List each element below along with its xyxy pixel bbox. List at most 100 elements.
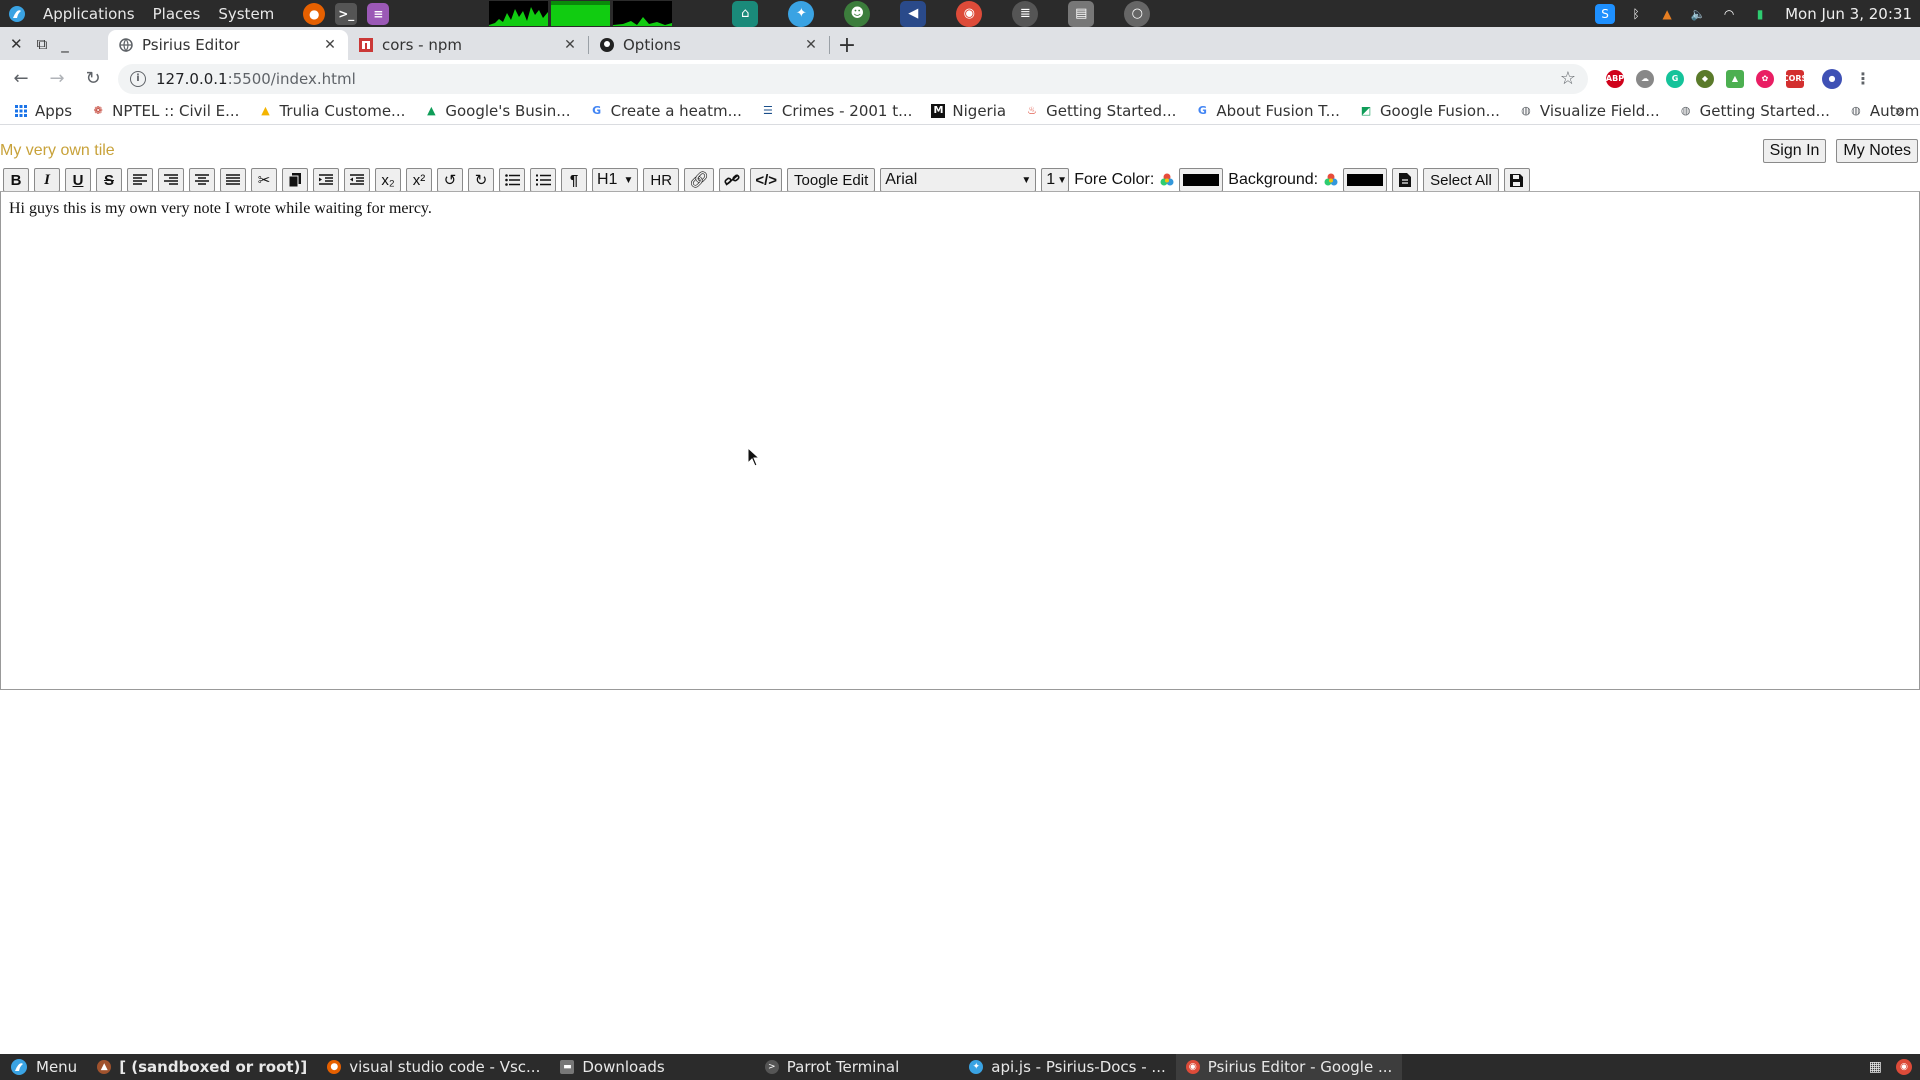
grammarly-icon[interactable]: G [1666,69,1684,88]
horizontal-rule-button[interactable]: HR [643,168,680,192]
bullet-list-button[interactable] [499,168,525,192]
os-menu-applications[interactable]: Applications [34,5,144,23]
volume-icon[interactable]: 🔈 [1688,4,1708,24]
save-button[interactable] [1503,168,1530,192]
tab-close-icon[interactable]: ✕ [562,37,578,53]
browser-menu-icon[interactable]: ⋮ [1854,69,1872,88]
cut-button[interactable]: ✂ [251,168,277,192]
bold-button[interactable]: B [3,168,29,192]
chrome-icon[interactable]: ◉ [1896,1059,1912,1075]
subscript-button[interactable]: x₂ [375,168,401,192]
toggle-edit-button[interactable]: Toogle Edit [787,168,876,192]
justify-button[interactable] [220,168,246,192]
address-bar[interactable]: i 127.0.0.1 :5500/index.html ☆ [118,63,1588,94]
font-family-select[interactable]: Arial ▼ [880,168,1037,192]
taskbar-item-sandboxed[interactable]: ▲ [ (sandboxed or root)] [87,1054,317,1080]
new-tab-button[interactable]: + [830,30,864,60]
os-logo[interactable] [0,0,34,27]
background-color-picker[interactable] [1343,168,1388,192]
bookmark-visualize-field[interactable]: ◍ Visualize Field... [1519,102,1660,120]
insert-link-button[interactable]: 🔗︎ [684,168,715,192]
profile-avatar[interactable]: ● [1822,68,1842,89]
tab-psirius-editor[interactable]: Psirius Editor ✕ [108,30,348,60]
keyboard-icon[interactable]: ▤ [1068,0,1095,27]
bookmark-google-business[interactable]: ▲ Google's Busin... [424,102,570,120]
bookmark-automatically[interactable]: ◍ Automatically s... [1849,102,1920,120]
bookmark-getting-started-1[interactable]: ♨ Getting Started... [1025,102,1176,120]
bookmark-apps[interactable]: Apps [14,102,72,120]
taskbar-menu-button[interactable]: Menu [0,1054,87,1080]
unlink-button[interactable] [719,168,746,192]
note-title-input[interactable] [0,141,400,161]
storage-icon[interactable]: ≣ [1012,0,1039,27]
select-all-button[interactable]: Select All [1423,168,1499,192]
bluetooth-icon[interactable]: ᛒ [1626,4,1646,24]
vscode-icon[interactable]: ◀ [900,0,927,27]
battery-icon[interactable]: ▮ [1750,4,1770,24]
firefox-icon[interactable]: ● [303,2,326,25]
tab-close-icon[interactable]: ✕ [322,37,338,53]
extension-leaf-icon[interactable]: ◆ [1696,69,1714,88]
code-view-button[interactable]: </> [750,168,783,192]
bookmark-trulia[interactable]: ▲ Trulia Custome... [258,102,405,120]
vlc-icon[interactable]: ▲ [1657,4,1677,24]
outdent-button[interactable] [344,168,370,192]
cors-extension-icon[interactable]: CORS [1783,69,1807,88]
bookmark-google-fusion[interactable]: ◩ Google Fusion... [1359,102,1500,120]
numbered-list-button[interactable] [530,168,556,192]
chrome-icon[interactable]: ◉ [956,0,983,27]
new-document-button[interactable] [1392,168,1419,192]
android-icon[interactable]: ☻ [844,0,871,27]
copy-button[interactable] [282,168,308,192]
bookmark-nigeria[interactable]: M Nigeria [931,102,1006,120]
align-center-button[interactable] [189,168,215,192]
bookmarks-overflow-icon[interactable]: » [1894,101,1904,120]
tab-cors-npm[interactable]: cors - npm ✕ [348,30,588,60]
redo-button[interactable]: ↻ [468,168,494,192]
clock[interactable]: Mon Jun 3, 20:31 [1785,5,1912,23]
my-notes-button[interactable]: My Notes [1836,139,1918,163]
tab-options[interactable]: Options ✕ [589,30,829,60]
bookmark-nptel[interactable]: ❁ NPTEL :: Civil E... [91,102,240,120]
taskbar-item-vscode[interactable]: ● visual studio code - Vsc... [317,1054,550,1080]
paragraph-button[interactable]: ¶ [561,168,587,192]
info-icon[interactable]: i [130,70,146,87]
bookmark-getting-started-2[interactable]: ◍ Getting Started... [1679,102,1830,120]
restore-window-icon[interactable]: ⧉ [37,35,48,53]
undo-button[interactable]: ↺ [437,168,463,192]
fore-color-picker[interactable] [1179,168,1224,192]
os-menu-places[interactable]: Places [144,5,210,23]
bookmark-crimes[interactable]: ☰ Crimes - 2001 t... [761,102,912,120]
text-editor-icon[interactable]: ≡ [367,2,390,25]
italic-button[interactable]: I [34,168,60,192]
skype-icon[interactable]: S [1595,3,1616,24]
superscript-button[interactable]: x² [406,168,432,192]
back-icon[interactable]: ← [6,64,36,94]
bookmark-star-icon[interactable]: ☆ [1560,68,1576,89]
align-left-button[interactable] [127,168,153,192]
sign-in-button[interactable]: Sign In [1762,139,1827,163]
bookmark-create-heatmap[interactable]: G Create a heatm... [590,102,742,120]
taskbar-item-downloads[interactable]: ▬ Downloads [550,1054,674,1080]
minimize-window-icon[interactable]: _ [61,35,69,53]
settings-circle-icon[interactable]: ○ [1124,0,1151,27]
workspace-icon[interactable]: ▦ [1869,1059,1882,1075]
taskbar-item-psirius-editor[interactable]: ◉ Psirius Editor - Google ... [1175,1054,1403,1080]
indent-button[interactable] [313,168,339,192]
strikethrough-button[interactable]: S [96,168,122,192]
font-size-select[interactable]: 1 ▼ [1041,168,1070,192]
os-menu-system[interactable]: System [209,5,283,23]
forward-icon[interactable]: → [42,64,72,94]
taskbar-item-terminal[interactable]: > Parrot Terminal [755,1054,910,1080]
home-folder-icon[interactable]: ⌂ [732,0,759,27]
wifi-icon[interactable]: ◠ [1719,4,1739,24]
terminal-icon[interactable]: >_ [335,2,358,25]
tab-close-icon[interactable]: ✕ [803,37,819,53]
extension-tree-icon[interactable]: ▲ [1726,69,1744,88]
reload-icon[interactable]: ↻ [78,64,108,94]
extension-color-icon[interactable]: ✿ [1756,69,1774,88]
taskbar-item-api-js[interactable]: ✦ api.js - Psirius-Docs - ... [959,1054,1175,1080]
cloud-icon[interactable]: ☁ [1636,69,1654,88]
adblock-icon[interactable]: ABP [1606,69,1624,88]
close-window-icon[interactable]: ✕ [10,35,23,53]
